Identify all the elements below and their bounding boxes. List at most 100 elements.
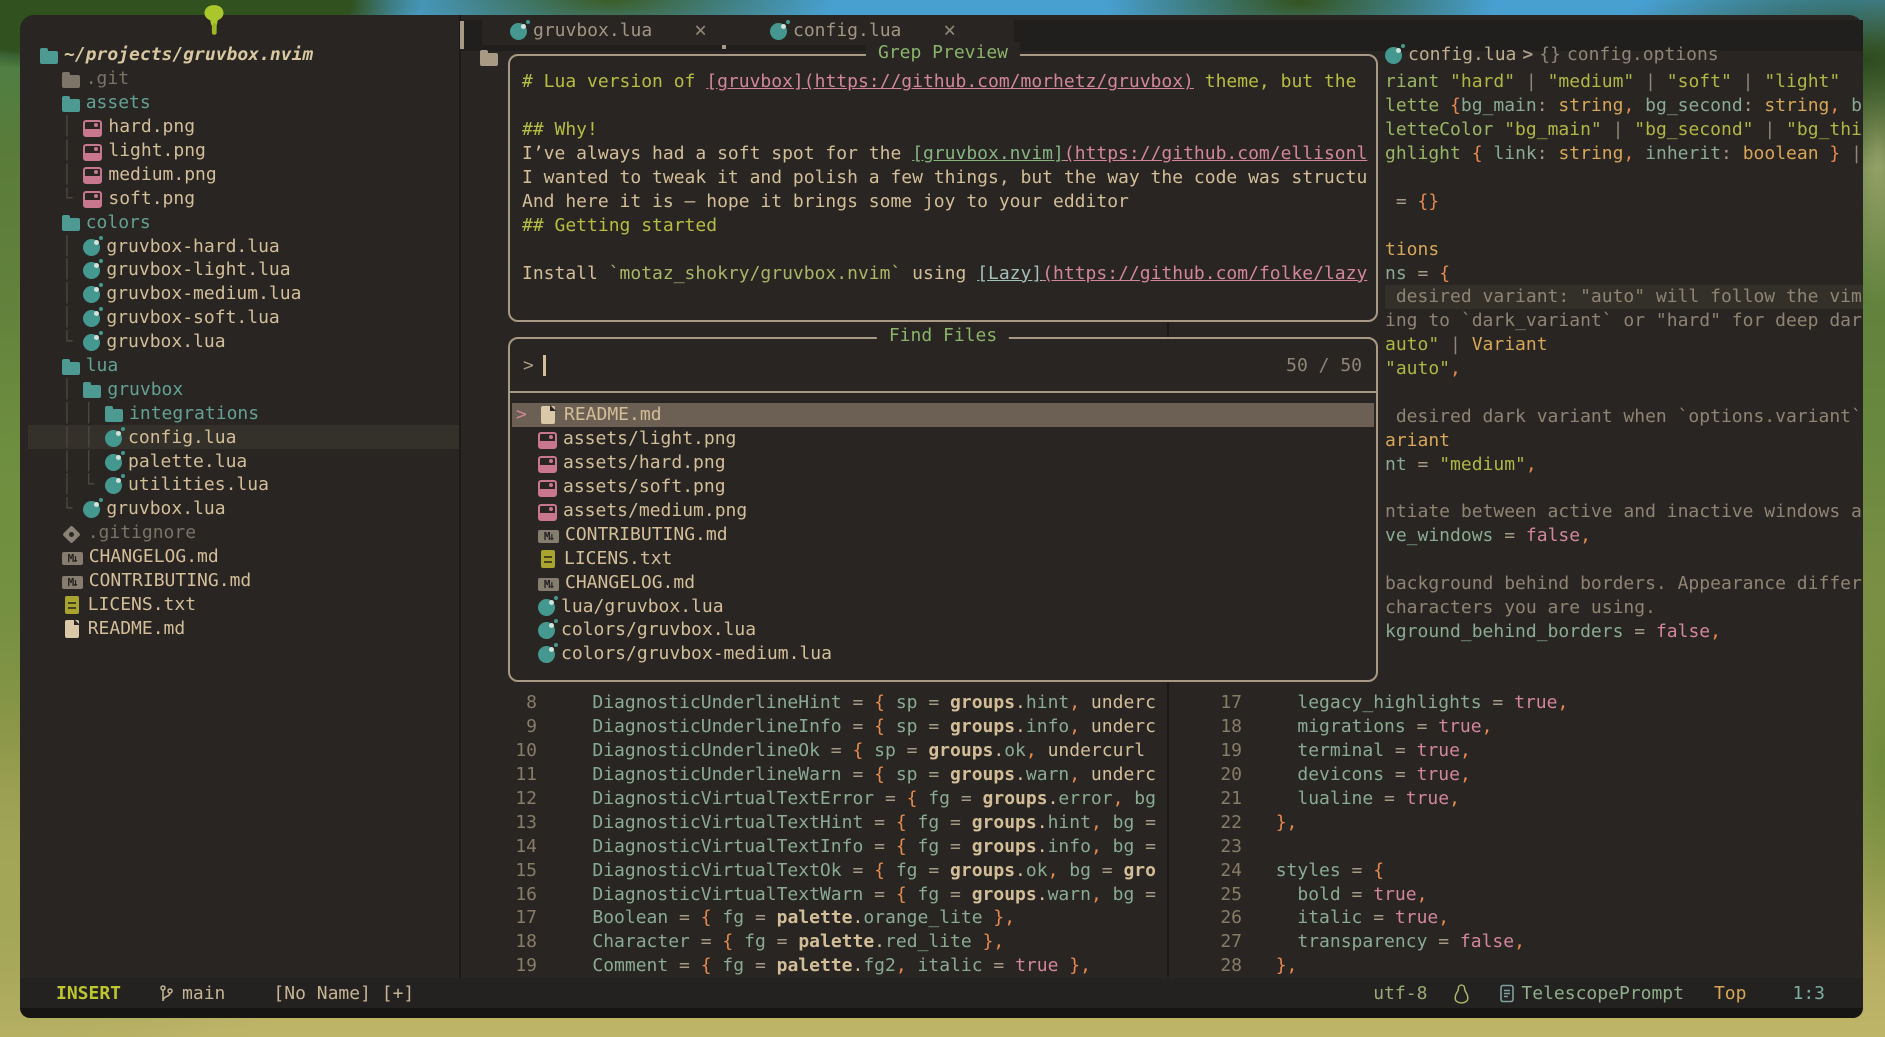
breadcrumb: config.lua > {} config.options — [1385, 42, 1719, 66]
code-line: I’ve always had a soft spot for the [gru… — [522, 143, 1368, 165]
result-label: CHANGELOG.md — [565, 571, 696, 593]
result-label: assets/soft.png — [563, 476, 726, 498]
result-label: lua/gruvbox.lua — [561, 595, 724, 617]
result-row[interactable]: LICENS.txt — [512, 546, 1374, 570]
tree-label: soft.png — [108, 187, 196, 209]
tree-row[interactable]: .gitignore — [28, 521, 460, 545]
tree-row[interactable]: colors — [28, 210, 460, 234]
lua-icon — [83, 235, 104, 256]
braces-icon: {} — [1539, 43, 1561, 65]
result-row[interactable]: M↓ CHANGELOG.md — [512, 570, 1374, 594]
txt-icon — [541, 549, 555, 568]
code-line: 20 devicons = true, — [1220, 764, 1471, 786]
tree-row[interactable]: └ gruvbox.lua — [28, 497, 460, 521]
tree-row[interactable]: │ gruvbox-medium.lua — [28, 282, 460, 306]
code-line: tions — [1385, 238, 1440, 260]
code-line: desired dark variant when `options.varia… — [1385, 405, 1862, 427]
tree-row[interactable]: │ │ integrations — [28, 401, 460, 425]
result-row[interactable]: M↓ CONTRIBUTING.md — [512, 522, 1374, 546]
config-editor-window[interactable]: riant "hard" | "medium" | "soft" | "ligh… — [1385, 70, 1863, 643]
find-files-results[interactable]: > README.md assets/light.png assets/hard.pn… — [512, 403, 1374, 666]
close-icon[interactable]: × — [694, 20, 707, 41]
terminal-window: ~/projects/gruvbox.nvim .git assets │ ha… — [20, 15, 1863, 1018]
tree-row[interactable]: lua — [28, 354, 460, 378]
tree-row[interactable]: README.md — [28, 616, 460, 640]
tree-label: assets — [85, 92, 151, 114]
result-row[interactable]: lua/gruvbox.lua — [512, 594, 1374, 618]
result-row[interactable]: assets/medium.png — [512, 499, 1374, 523]
result-label: assets/light.png — [563, 428, 737, 450]
code-line: ariant — [1385, 429, 1451, 451]
code-line: "auto", — [1385, 358, 1461, 380]
result-row[interactable]: > README.md — [512, 403, 1374, 427]
file-tree[interactable]: ~/projects/gruvbox.nvim .git assets │ ha… — [28, 43, 460, 640]
tree-row[interactable]: │ │ palette.lua — [28, 449, 460, 473]
result-row[interactable]: assets/hard.png — [512, 451, 1374, 475]
tree-row[interactable]: │ gruvbox-soft.lua — [28, 306, 460, 330]
code-line: ing to `dark_variant` or "hard" for deep… — [1385, 310, 1862, 332]
close-icon[interactable]: × — [943, 20, 956, 41]
tree-row[interactable]: M↓ CHANGELOG.md — [28, 545, 460, 569]
md-icon: M↓ — [538, 529, 559, 543]
code-line: 17 legacy_highlights = true, — [1220, 692, 1569, 714]
tree-label: gruvbox.lua — [106, 498, 226, 520]
code-line: 12 DiagnosticVirtualTextError = { fg = g… — [515, 788, 1156, 809]
tab-gruvbox-lua[interactable]: gruvbox.lua × — [482, 15, 748, 45]
tree-split-divider[interactable] — [459, 15, 461, 978]
tree-label: config.lua — [128, 426, 237, 448]
result-row[interactable]: colors/gruvbox.lua — [512, 618, 1374, 642]
img-icon — [538, 479, 557, 497]
img-icon — [83, 143, 103, 161]
git-branch-name: main — [182, 983, 226, 1004]
tree-row[interactable]: ~/projects/gruvbox.nvim — [28, 43, 460, 67]
tree-row[interactable]: LICENS.txt — [28, 592, 460, 616]
lua-icon — [538, 643, 558, 664]
tree-row[interactable]: │ gruvbox-light.lua — [28, 258, 460, 282]
tree-row[interactable]: assets — [28, 91, 460, 115]
lua-icon — [1385, 43, 1405, 64]
result-row[interactable]: assets/light.png — [512, 427, 1374, 451]
config-editor-window-lower[interactable]: 17 legacy_highlights = true, 18 migration… — [1180, 691, 1870, 978]
md-icon: M↓ — [61, 552, 83, 566]
tree-row[interactable]: .git — [28, 67, 460, 91]
code-line: ## Getting started — [522, 214, 718, 236]
cursor-position: 1:3 — [1792, 983, 1825, 1004]
tree-label: medium.png — [108, 163, 217, 185]
img-icon — [538, 431, 557, 449]
tree-row[interactable]: │ light.png — [28, 139, 460, 163]
lua-icon — [510, 19, 530, 40]
code-line: 13 DiagnosticVirtualTextHint = { fg = gr… — [515, 811, 1156, 833]
code-line: 11 DiagnosticUnderlineWarn = { sp = grou… — [515, 764, 1156, 786]
file-icon — [64, 618, 80, 638]
result-label: assets/medium.png — [563, 500, 748, 521]
tree-row[interactable]: │ gruvbox — [28, 377, 460, 401]
tree-row[interactable]: │ gruvbox-hard.lua — [28, 234, 460, 258]
code-line: 9 DiagnosticUnderlineInfo = { sp = group… — [526, 716, 1156, 738]
tree-label: lua — [85, 355, 119, 377]
img-icon — [83, 191, 103, 209]
gruvbox-editor-window[interactable]: 8 DiagnosticUnderlineHint = { sp = group… — [475, 691, 1167, 978]
tree-label: colors — [85, 211, 151, 233]
tree-row[interactable]: │ │ config.lua — [28, 425, 460, 450]
folder-open-icon — [61, 358, 80, 375]
folder-git-icon — [61, 71, 80, 88]
tree-row[interactable]: │ medium.png — [28, 162, 460, 186]
tree-row[interactable]: └ soft.png — [28, 186, 460, 210]
code-line: 23 — [1220, 835, 1242, 857]
img-icon — [538, 503, 557, 521]
tree-row[interactable]: M↓ CONTRIBUTING.md — [28, 569, 460, 593]
code-line: riant "hard" | "medium" | "soft" | "ligh… — [1385, 71, 1841, 93]
result-row[interactable]: assets/soft.png — [512, 475, 1374, 499]
tree-label: light.png — [108, 140, 206, 161]
breadcrumb-context: config.options — [1566, 43, 1719, 65]
tree-row[interactable]: │ └ utilities.lua — [28, 473, 460, 497]
result-label: colors/gruvbox.lua — [561, 619, 757, 641]
result-row[interactable]: colors/gruvbox-medium.lua — [512, 642, 1374, 666]
tab-label: gruvbox.lua — [533, 19, 653, 41]
tab-config-lua[interactable]: config.lua × — [726, 15, 1014, 45]
tree-row[interactable]: └ gruvbox.lua — [28, 330, 460, 354]
buffer-name: [No Name] [+] — [273, 983, 415, 1004]
tree-row[interactable]: │ hard.png — [28, 115, 460, 139]
telescope-prompt-input[interactable]: > 50 / 50 — [523, 351, 1362, 379]
